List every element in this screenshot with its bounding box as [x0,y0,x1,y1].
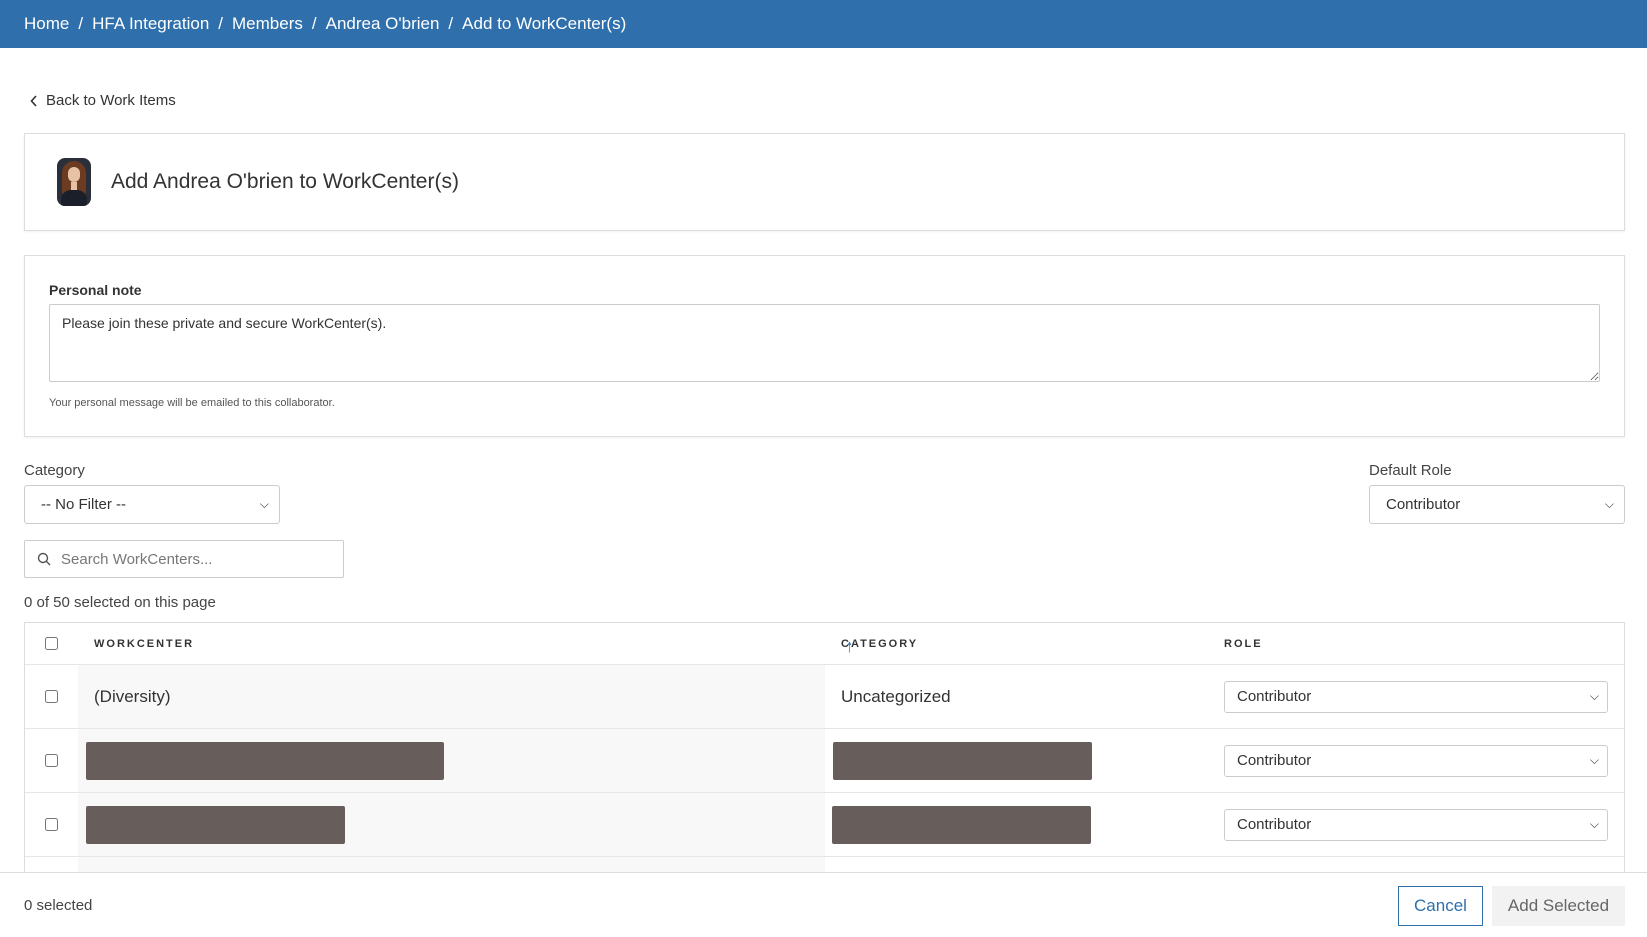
chevron-down-icon: ⌵ [1589,753,1599,767]
personal-note-card: Personal note Please join these private … [24,255,1625,437]
add-selected-button[interactable]: Add Selected [1492,886,1625,926]
personal-note-textarea[interactable]: Please join these private and secure Wor… [49,304,1600,382]
header-card: Add Andrea O'brien to WorkCenter(s) [24,133,1625,231]
row-role-value: Contributor [1237,688,1312,705]
column-header-role: ROLE [1224,637,1263,650]
redacted-workcenter-name [86,741,444,780]
breadcrumb: Home / HFA Integration / Members / Andre… [0,0,1647,48]
redacted-category [832,805,1091,844]
row-checkbox[interactable] [45,690,58,703]
row-role-select[interactable]: Contributor ⌵ [1224,680,1608,713]
back-link-label: Back to Work Items [46,92,176,109]
footer-action-bar: 0 selected Cancel Add Selected [0,872,1647,937]
page-title: Add Andrea O'brien to WorkCenter(s) [111,170,459,193]
category-label: Category [24,462,85,479]
breadcrumb-current: Add to WorkCenter(s) [462,14,627,33]
breadcrumb-separator: / [78,14,84,33]
table-row: Contributor ⌵ [25,729,1624,793]
breadcrumb-members[interactable]: Members [232,14,303,34]
row-role-select[interactable]: Contributor ⌵ [1224,808,1608,841]
table-row: Contributor ⌵ [25,793,1624,857]
back-to-work-items-link[interactable]: Back to Work Items [30,92,176,109]
chevron-down-icon: ⌵ [1589,817,1599,831]
chevron-down-icon: ⌵ [1604,497,1614,511]
search-icon [37,552,51,566]
row-checkbox[interactable] [45,818,58,831]
table-row [25,857,1624,872]
cancel-button[interactable]: Cancel [1398,886,1483,926]
avatar [57,158,91,206]
search-box [24,540,344,578]
breadcrumb-separator: / [311,14,317,33]
category-select-value: -- No Filter -- [41,496,126,513]
chevron-left-icon [30,94,37,107]
row-role-value: Contributor [1237,816,1312,833]
default-role-select[interactable]: Contributor ⌵ [1369,485,1625,524]
breadcrumb-member[interactable]: Andrea O'brien [326,14,440,34]
workcenter-table: WORKCENTER 🠑 CATEGORY ROLE (Diversity) U… [24,622,1625,872]
breadcrumb-hfa-integration[interactable]: HFA Integration [92,14,209,34]
breadcrumb-home[interactable]: Home [24,14,69,34]
breadcrumb-separator: / [218,14,224,33]
select-all-checkbox[interactable] [45,637,58,650]
row-role-value: Contributor [1237,752,1312,769]
workcenter-category: Uncategorized [841,686,951,706]
footer-selected-count: 0 selected [24,897,93,914]
row-checkbox[interactable] [45,754,58,767]
page-selection-status: 0 of 50 selected on this page [24,594,216,611]
workcenter-name: (Diversity) [94,686,171,706]
row-role-select[interactable]: Contributor ⌵ [1224,744,1608,777]
breadcrumb-separator: / [448,14,454,33]
chevron-down-icon: ⌵ [259,497,269,511]
personal-note-label: Personal note [49,282,142,298]
search-input[interactable] [61,550,321,568]
table-header-row: WORKCENTER 🠑 CATEGORY ROLE [25,623,1624,665]
table-row: (Diversity) Uncategorized Contributor ⌵ [25,665,1624,729]
personal-note-help: Your personal message will be emailed to… [49,397,335,409]
chevron-down-icon: ⌵ [1589,689,1599,703]
default-role-label: Default Role [1369,462,1452,479]
redacted-category [833,741,1092,780]
column-header-category[interactable]: CATEGORY [841,638,918,650]
column-header-workcenter[interactable]: WORKCENTER [94,638,194,650]
category-select[interactable]: -- No Filter -- ⌵ [24,485,280,524]
redacted-workcenter-name [86,805,345,844]
default-role-select-value: Contributor [1386,496,1461,513]
